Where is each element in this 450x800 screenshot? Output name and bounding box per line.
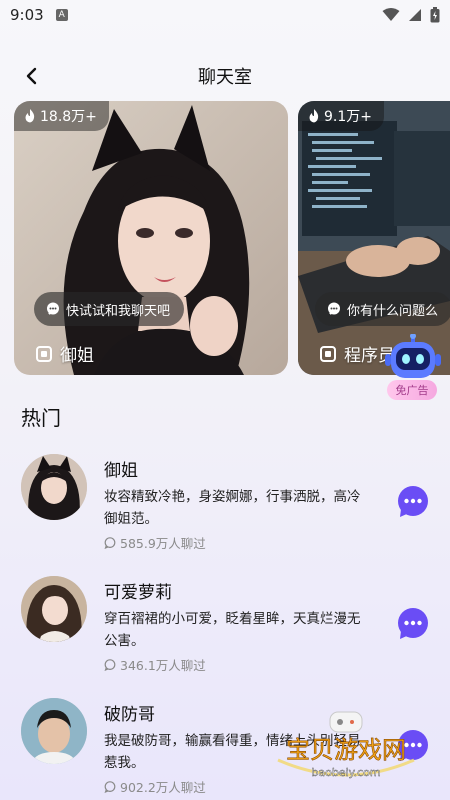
comment-icon <box>104 658 116 671</box>
watermark-url: baobeiy.com <box>311 766 380 779</box>
item-name: 可爱萝莉 <box>104 583 172 603</box>
greeting-bubble: 你有什么问题么 <box>315 292 450 326</box>
chat-count-text: 902.2万人聊过 <box>120 780 206 795</box>
battery-icon <box>430 7 440 23</box>
character-card-yujie[interactable]: 18.8万+ 快试试和我聊天吧 御姐 <box>14 101 288 375</box>
robot-icon <box>385 333 441 378</box>
notification-icon: A <box>55 9 68 21</box>
avatar-image <box>21 454 87 520</box>
page-title: 聊天室 <box>198 67 252 88</box>
wifi-icon <box>382 8 400 21</box>
item-description: 妆容精致冷艳，身姿婀娜，行事洒脱，高冷御姐范。 <box>104 489 361 527</box>
signal-icon <box>409 9 421 21</box>
chat-bubble-icon <box>47 302 59 315</box>
back-button[interactable] <box>18 62 44 90</box>
header: 聊天室 <box>0 58 450 94</box>
watermark-logo: 宝贝游戏网 baobeiy.com <box>277 711 415 779</box>
greeting-text: 你有什么问题么 <box>347 303 439 319</box>
chat-more-button[interactable] <box>397 486 429 518</box>
avatar <box>21 576 87 642</box>
watermark-text: 宝贝游戏网 <box>286 736 406 764</box>
avatar-image <box>21 576 87 642</box>
greeting-bubble: 快试试和我聊天吧 <box>34 292 185 326</box>
chat-count: 585.9万人聊过 <box>104 533 206 552</box>
item-name: 御姐 <box>104 461 138 481</box>
stop-square-icon <box>320 345 336 362</box>
list-item[interactable]: 可爱萝莉 穿百褶裙的小可爱，眨着星眸，天真烂漫无公害。 346.1万人聊过 <box>0 568 450 690</box>
comment-icon <box>104 780 116 793</box>
chat-count: 902.2万人聊过 <box>104 777 206 796</box>
item-description: 穿百褶裙的小可爱，眨着星眸，天真烂漫无公害。 <box>104 611 361 649</box>
avatar <box>21 698 87 764</box>
status-bar: 9:03 A <box>0 0 450 30</box>
heat-count: 18.8万+ <box>40 109 97 125</box>
chat-bubble-icon <box>328 302 340 315</box>
avatar <box>21 454 87 520</box>
card-name: 御姐 <box>36 341 94 366</box>
item-name: 破防哥 <box>104 705 155 725</box>
chat-count: 346.1万人聊过 <box>104 655 206 674</box>
chat-count-text: 346.1万人聊过 <box>120 658 206 673</box>
comment-icon <box>104 536 116 549</box>
avatar-image <box>21 698 87 764</box>
stop-square-icon <box>36 345 52 362</box>
ad-free-robot-button[interactable]: 免广告 <box>382 333 444 402</box>
chat-more-button[interactable] <box>397 608 429 640</box>
fire-icon <box>25 109 35 123</box>
fire-icon <box>309 109 319 123</box>
status-time: 9:03 <box>10 6 44 24</box>
card-name-label: 御姐 <box>60 346 94 366</box>
greeting-text: 快试试和我聊天吧 <box>66 303 171 319</box>
section-title: 热门 <box>21 406 61 430</box>
ad-free-tag: 免广告 <box>387 380 437 400</box>
heat-count: 9.1万+ <box>324 109 372 125</box>
character-photo <box>14 101 288 375</box>
heat-badge: 9.1万+ <box>298 101 384 131</box>
chat-count-text: 585.9万人聊过 <box>120 536 206 551</box>
chevron-left-icon <box>26 67 37 85</box>
heat-badge: 18.8万+ <box>14 101 109 131</box>
list-item[interactable]: 御姐 妆容精致冷艳，身姿婀娜，行事洒脱，高冷御姐范。 585.9万人聊过 <box>0 446 450 568</box>
